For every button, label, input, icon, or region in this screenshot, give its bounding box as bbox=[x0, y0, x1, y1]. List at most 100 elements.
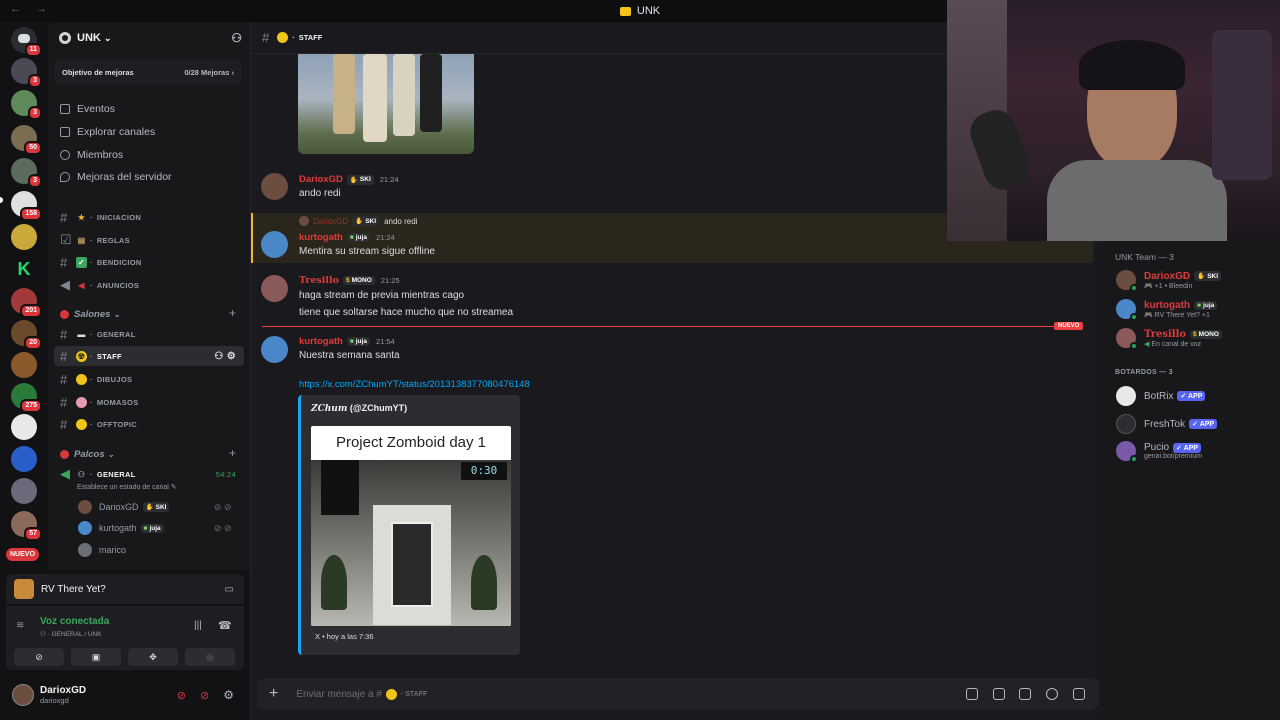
server-icon[interactable] bbox=[11, 446, 37, 472]
user-tag-text: juja bbox=[355, 234, 367, 241]
image-attachment[interactable] bbox=[298, 54, 474, 154]
camera-off-button[interactable]: ⊘ bbox=[14, 648, 64, 666]
embed-author[interactable]: ZChum (@ZChumYT) bbox=[311, 403, 407, 414]
speaker-icon: ◀ bbox=[60, 466, 71, 481]
category-palcos[interactable]: Palcos ⌄ bbox=[60, 449, 114, 460]
soundboard-button[interactable]: ◎ bbox=[185, 648, 235, 666]
author-name[interactable]: DarioxGD bbox=[299, 174, 343, 185]
boost-goal-bar[interactable]: Objetivo de mejoras 0/28 Mejoras › bbox=[54, 60, 242, 84]
server-icon[interactable] bbox=[11, 478, 37, 504]
channel-dibujos[interactable]: # · DIBUJOS bbox=[54, 369, 244, 389]
mic-muted-icon[interactable]: ⊘ bbox=[177, 689, 186, 702]
nav-members[interactable]: Miembros bbox=[60, 149, 123, 161]
screen-share-button[interactable]: ▣ bbox=[71, 648, 121, 666]
server-icon[interactable]: 201 bbox=[11, 288, 42, 318]
channel-bendicion[interactable]: # ✓ · BENDICION bbox=[54, 252, 244, 272]
attach-plus-icon[interactable]: + bbox=[269, 685, 278, 703]
member-status: genai.bot/premium bbox=[1144, 453, 1202, 460]
member-item[interactable]: Tresillo $ MONO ◀ En canal de voz bbox=[1116, 328, 1222, 350]
author-name[interactable]: kurtogath bbox=[299, 336, 343, 347]
server-icon[interactable] bbox=[11, 352, 37, 378]
new-unread-badge[interactable]: NUEVO bbox=[6, 548, 39, 561]
server-icon[interactable] bbox=[11, 224, 37, 250]
member-item[interactable]: DarioxGD ✋ SKI 🎮 +1 • Bleedin bbox=[1116, 270, 1222, 292]
channel-status-prompt[interactable]: Establece un estado de canal ✎ bbox=[77, 483, 177, 491]
emoji-icon[interactable] bbox=[1046, 688, 1058, 700]
avatar[interactable] bbox=[261, 275, 288, 302]
settings-gear-icon[interactable]: ⚙ bbox=[223, 688, 234, 702]
gif-icon[interactable] bbox=[993, 688, 1005, 700]
member-name: DarioxGD bbox=[1144, 270, 1191, 282]
reply-preview[interactable]: DarioxGD ✋ SKI ando redi bbox=[299, 216, 417, 226]
create-channel-icon[interactable]: + bbox=[229, 446, 236, 460]
voice-status[interactable]: Voz conectada bbox=[40, 616, 109, 627]
new-messages-divider bbox=[262, 326, 1080, 327]
back-forward-icon[interactable]: ← → bbox=[10, 3, 53, 15]
channel-staff[interactable]: # ☢ · STAFF ⚇ ⚙ bbox=[54, 346, 244, 366]
create-channel-icon[interactable]: + bbox=[229, 306, 236, 320]
activity-panel[interactable]: RV There Yet? ▭ bbox=[6, 574, 244, 604]
deafened-icon[interactable]: ⊘ bbox=[200, 689, 209, 702]
channel-iniciacion[interactable]: # ★ · INICIACION bbox=[54, 207, 244, 227]
message-link[interactable]: https://x.com/ZChumYT/status/20131383770… bbox=[299, 379, 530, 390]
member-item[interactable]: BotRix ✓ APP bbox=[1116, 386, 1206, 406]
channel-offtopic[interactable]: # · OFFTOPIC bbox=[54, 414, 244, 434]
author-name[interactable]: kurtogath bbox=[299, 232, 343, 243]
member-item[interactable]: kurtogath ■ juja 🎮 RV There Yet? +1 bbox=[1116, 299, 1218, 321]
channel-momasos[interactable]: # · MOMASOS bbox=[54, 392, 244, 412]
activities-button[interactable]: ✥ bbox=[128, 648, 178, 666]
avatar[interactable] bbox=[261, 231, 288, 258]
role-header: UNK Team — 3 bbox=[1115, 252, 1174, 262]
calendar-icon bbox=[60, 104, 70, 114]
avatar[interactable] bbox=[261, 336, 288, 363]
game-hud-panel bbox=[321, 460, 359, 515]
author-name[interactable]: Tresillo bbox=[299, 275, 339, 286]
nav-server-boost[interactable]: Mejoras del servidor bbox=[60, 171, 172, 183]
message-header: Tresillo $ MONO 21:25 bbox=[299, 275, 400, 286]
member-status: 🎮 RV There Yet? +1 bbox=[1144, 311, 1210, 319]
member-item[interactable]: FreshTok ✓ APP bbox=[1116, 414, 1218, 434]
avatar[interactable] bbox=[261, 173, 288, 200]
apps-icon[interactable] bbox=[1073, 688, 1085, 700]
disconnect-icon[interactable]: ☎ bbox=[218, 619, 232, 632]
kick-icon[interactable]: K bbox=[11, 256, 37, 282]
server-icon[interactable]: 3 bbox=[11, 58, 42, 88]
avatar[interactable] bbox=[12, 684, 34, 706]
guild-header[interactable]: UNK ⌄ ⚇ bbox=[48, 22, 250, 54]
soundboard-icon[interactable]: ||| bbox=[194, 620, 202, 631]
channel-reglas[interactable]: ☑ ▤ · REGLAS bbox=[54, 230, 244, 250]
link-embed[interactable]: ZChum (@ZChumYT) Project Zomboid day 1 0… bbox=[298, 395, 520, 655]
server-icon[interactable]: 3 bbox=[11, 90, 42, 120]
channel-name: GENERAL bbox=[96, 469, 136, 479]
image-figure bbox=[393, 54, 415, 136]
embed-image[interactable]: Project Zomboid day 1 0:30 bbox=[311, 426, 511, 626]
server-icon[interactable]: 57 bbox=[11, 511, 42, 541]
voice-user[interactable]: marico bbox=[78, 543, 126, 557]
server-icon[interactable]: 3 bbox=[11, 158, 42, 188]
home-button[interactable]: 11 bbox=[11, 27, 42, 57]
rail-badge: 57 bbox=[24, 527, 42, 541]
category-salones[interactable]: Salones ⌄ bbox=[60, 309, 120, 320]
timestamp: 21:54 bbox=[375, 337, 395, 346]
server-icon[interactable]: 158 bbox=[11, 191, 42, 221]
channel-general[interactable]: # ▬ · GENERAL bbox=[54, 324, 244, 344]
sticker-icon[interactable] bbox=[1019, 688, 1031, 700]
server-icon[interactable]: 20 bbox=[11, 320, 42, 350]
voice-user[interactable]: DarioxGD ✋ SKI bbox=[78, 500, 170, 514]
member-item[interactable]: Pucio ✓ APP genai.bot/premium bbox=[1116, 441, 1202, 463]
nav-browse-channels[interactable]: Explorar canales bbox=[60, 126, 155, 138]
nav-events[interactable]: Eventos bbox=[60, 103, 115, 115]
boost-label: Objetivo de mejoras bbox=[62, 67, 134, 77]
channel-anuncios[interactable]: ◀ ◀ · ANUNCIOS bbox=[54, 275, 244, 295]
nav-label: Explorar canales bbox=[77, 126, 156, 138]
invite-and-settings-icon[interactable]: ⚇ ⚙ bbox=[214, 351, 236, 362]
channel-name: BENDICION bbox=[96, 257, 142, 267]
voice-user[interactable]: kurtogath ■ juja bbox=[78, 521, 164, 535]
server-icon[interactable] bbox=[11, 414, 37, 440]
server-icon[interactable]: 275 bbox=[11, 383, 42, 413]
voice-channel-general[interactable]: ◀ ⚇ · GENERAL 54:24 bbox=[54, 464, 244, 484]
server-icon[interactable]: 50 bbox=[11, 125, 42, 155]
screen-share-icon[interactable]: ▭ bbox=[225, 584, 234, 595]
add-member-icon[interactable]: ⚇ bbox=[231, 31, 242, 45]
gift-icon[interactable] bbox=[966, 688, 978, 700]
